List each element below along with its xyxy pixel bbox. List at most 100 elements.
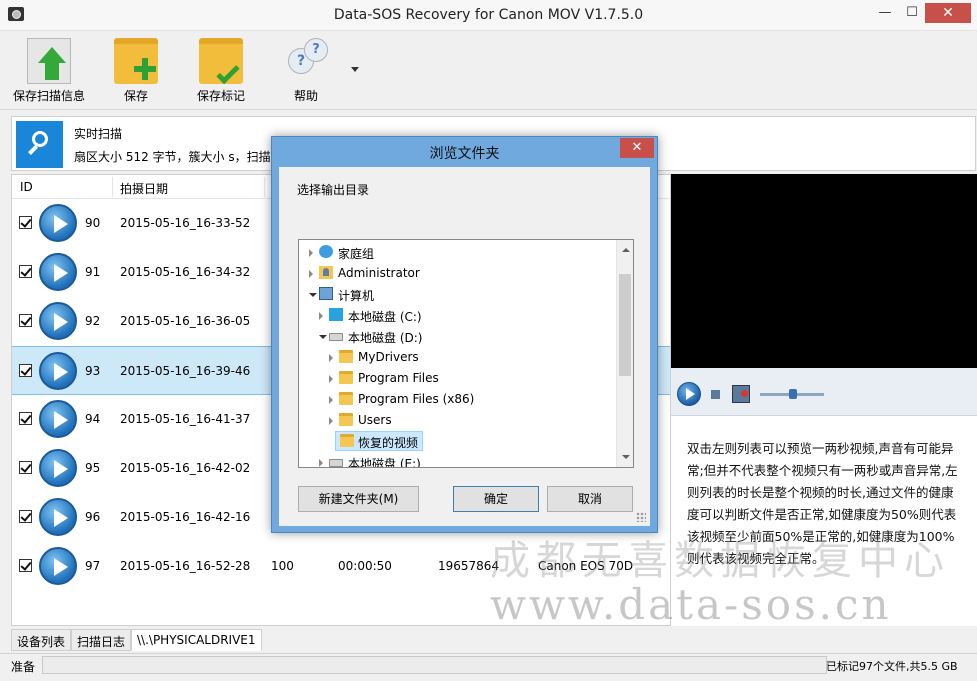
maximize-button[interactable]: ☐ bbox=[899, 3, 925, 23]
row-id: 97 bbox=[85, 559, 101, 573]
row-id: 91 bbox=[85, 265, 101, 279]
scroll-up-icon[interactable] bbox=[622, 248, 630, 252]
row-date: 2015-05-16_16-42-02 bbox=[120, 461, 251, 475]
row-checkbox[interactable] bbox=[19, 510, 32, 523]
row-checkbox[interactable] bbox=[19, 314, 32, 327]
tree-item-recovered-videos[interactable]: 恢复的视频 bbox=[335, 431, 423, 451]
tab-device-list[interactable]: 设备列表 bbox=[11, 629, 72, 651]
save-marked-button[interactable]: 保存标记 bbox=[190, 36, 252, 106]
tree-label: Administrator bbox=[338, 266, 420, 280]
row-checkbox[interactable] bbox=[19, 559, 32, 572]
cancel-button[interactable]: 取消 bbox=[547, 486, 633, 512]
folder-tree[interactable]: 家庭组 Administrator 计算机 本地磁盘 (C:) 本地磁盘 (D: bbox=[298, 239, 634, 468]
collapse-icon[interactable] bbox=[319, 335, 327, 339]
ok-button[interactable]: 确定 bbox=[453, 486, 539, 512]
save-marked-label: 保存标记 bbox=[196, 89, 245, 103]
help-button[interactable]: ?? 帮助 bbox=[278, 36, 334, 106]
row-id: 90 bbox=[85, 216, 101, 230]
browse-folder-dialog: 浏览文件夹 ✕ 选择输出目录 家庭组 Administrator 计算机 本地磁… bbox=[271, 136, 658, 533]
drive-icon bbox=[329, 333, 343, 341]
tree-label: 恢复的视频 bbox=[358, 436, 419, 450]
scroll-thumb[interactable] bbox=[619, 274, 631, 376]
tree-label: Program Files (x86) bbox=[358, 392, 475, 406]
volume-knob[interactable] bbox=[789, 389, 797, 399]
save-scan-info-label: 保存扫描信息 bbox=[12, 89, 85, 103]
mute-icon[interactable] bbox=[732, 385, 750, 403]
status-text: 准备 bbox=[11, 660, 36, 674]
save-button[interactable]: 保存 bbox=[108, 36, 164, 106]
dialog-body: 选择输出目录 家庭组 Administrator 计算机 本地磁盘 (C:) 本… bbox=[279, 167, 650, 526]
row-checkbox[interactable] bbox=[19, 461, 32, 474]
new-folder-button[interactable]: 新建文件夹(M) bbox=[298, 486, 419, 512]
drive-icon bbox=[329, 459, 343, 467]
row-checkbox[interactable] bbox=[19, 216, 32, 229]
tree-scrollbar[interactable] bbox=[616, 240, 633, 467]
expand-icon[interactable] bbox=[309, 249, 313, 257]
player-controls bbox=[671, 368, 977, 416]
tree-label: MyDrivers bbox=[358, 350, 419, 364]
folder-icon bbox=[339, 413, 353, 426]
row-id: 94 bbox=[85, 412, 101, 426]
computer-icon bbox=[319, 287, 333, 300]
user-folder-icon bbox=[319, 266, 333, 279]
tab-physical-drive[interactable]: \\.\PHYSICALDRIVE1 bbox=[131, 629, 262, 651]
row-id: 93 bbox=[85, 364, 101, 378]
play-icon bbox=[39, 253, 77, 291]
search-icon bbox=[16, 121, 63, 168]
collapse-icon[interactable] bbox=[309, 293, 317, 297]
toolbar: 保存扫描信息 保存 保存标记 ?? 帮助 bbox=[0, 32, 977, 110]
play-icon bbox=[39, 498, 77, 536]
expand-icon[interactable] bbox=[329, 396, 333, 404]
help-label: 帮助 bbox=[293, 89, 318, 103]
expand-icon[interactable] bbox=[319, 459, 323, 467]
expand-icon[interactable] bbox=[309, 270, 313, 278]
folder-icon bbox=[339, 392, 353, 405]
play-icon bbox=[39, 352, 77, 390]
column-id[interactable]: ID bbox=[20, 180, 33, 194]
stop-button[interactable] bbox=[711, 390, 720, 399]
row-date: 2015-05-16_16-34-32 bbox=[120, 265, 251, 279]
tree-label: 本地磁盘 (E:) bbox=[348, 457, 421, 468]
watermark-url: www.data-sos.cn bbox=[490, 580, 892, 629]
row-checkbox[interactable] bbox=[19, 412, 32, 425]
save-scan-info-icon bbox=[27, 38, 71, 84]
row-duration: 00:00:50 bbox=[338, 559, 392, 573]
row-id: 96 bbox=[85, 510, 101, 524]
folder-icon bbox=[339, 371, 353, 384]
homegroup-icon bbox=[319, 245, 333, 258]
toolbar-more-icon[interactable] bbox=[351, 67, 359, 72]
row-checkbox[interactable] bbox=[19, 265, 32, 278]
tree-label: 本地磁盘 (C:) bbox=[348, 310, 422, 324]
play-icon bbox=[39, 302, 77, 340]
row-id: 92 bbox=[85, 314, 101, 328]
tree-label: Users bbox=[358, 413, 392, 427]
row-date: 2015-05-16_16-42-16 bbox=[120, 510, 251, 524]
status-summary: 已标记97个文件,共5.5 GB bbox=[826, 660, 958, 673]
tree-label: 计算机 bbox=[338, 289, 375, 303]
folder-icon bbox=[340, 434, 354, 447]
dialog-prompt: 选择输出目录 bbox=[297, 183, 370, 197]
close-button[interactable]: ✕ bbox=[925, 3, 971, 23]
resize-grip-icon[interactable] bbox=[636, 512, 646, 522]
row-id: 95 bbox=[85, 461, 101, 475]
dialog-title: 浏览文件夹 bbox=[429, 146, 500, 162]
expand-icon[interactable] bbox=[329, 375, 333, 383]
minimize-button[interactable]: — bbox=[872, 3, 898, 23]
tab-scan-log[interactable]: 扫描日志 bbox=[71, 629, 132, 651]
column-date[interactable]: 拍摄日期 bbox=[120, 180, 168, 197]
help-icon: ?? bbox=[284, 38, 328, 84]
row-checkbox[interactable] bbox=[19, 364, 32, 377]
expand-icon[interactable] bbox=[329, 354, 333, 362]
watermark-cn: 成都无喜数据恢复中心 bbox=[490, 538, 950, 584]
status-field bbox=[42, 656, 827, 674]
play-icon bbox=[39, 449, 77, 487]
video-preview[interactable] bbox=[671, 174, 977, 368]
row-date: 2015-05-16_16-36-05 bbox=[120, 314, 251, 328]
expand-icon[interactable] bbox=[319, 312, 323, 320]
expand-icon[interactable] bbox=[329, 417, 333, 425]
row-date: 2015-05-16_16-41-37 bbox=[120, 412, 251, 426]
play-button[interactable] bbox=[677, 382, 701, 406]
dialog-close-button[interactable]: ✕ bbox=[620, 138, 654, 158]
scroll-down-icon[interactable] bbox=[622, 455, 630, 459]
save-scan-info-button[interactable]: 保存扫描信息 bbox=[8, 36, 90, 106]
